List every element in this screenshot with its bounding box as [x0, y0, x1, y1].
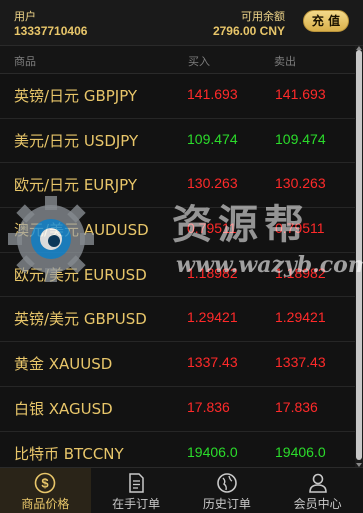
sell-price: 19406.0: [275, 443, 326, 460]
sell-price: 141.693: [275, 86, 326, 102]
sell-price: 130.263: [275, 175, 326, 192]
sell-price: 109.474: [275, 130, 326, 147]
globe-history-icon: [217, 473, 237, 493]
product-name: 黄金 XAUUSD: [14, 355, 113, 374]
buy-price: 19406.0: [187, 443, 238, 460]
document-icon: [129, 473, 144, 493]
buy-price: 1.18982: [187, 264, 238, 281]
buy-price: 141.693: [187, 86, 238, 102]
recharge-button[interactable]: 充 值: [303, 10, 349, 32]
product-name: 比特币 BTCCNY: [14, 444, 124, 463]
scroll-thumb[interactable]: [356, 50, 362, 460]
dollar-coin-icon: $: [35, 472, 56, 494]
user-label: 用户: [14, 10, 36, 23]
sell-price: 0.79511: [275, 220, 325, 237]
buy-price: 1.29421: [187, 309, 238, 326]
tab-member-center-label: 会员中心: [293, 497, 342, 511]
tab-history-orders[interactable]: 历史订单: [182, 468, 273, 513]
tab-history-orders-label: 历史订单: [202, 497, 251, 511]
price-list: 英镑/日元 GBPJPY 141.693 141.693 美元/日元 USDJPY 10…: [0, 74, 363, 477]
price-row[interactable]: 欧元/日元 EURJPY 130.263 130.263: [0, 163, 363, 209]
product-name: 欧元/美元 EURUSD: [14, 265, 147, 284]
price-row[interactable]: 澳元/美元 AUDUSD 0.79511 0.79511: [0, 208, 363, 253]
buy-price: 17.836: [187, 398, 230, 415]
sell-price: 1.18982: [275, 264, 326, 281]
price-row[interactable]: 黄金 XAUUSD 1337.43 1337.43: [0, 342, 363, 387]
sell-price: 1.29421: [275, 309, 326, 326]
buy-price: 109.474: [187, 130, 238, 147]
scrollbar[interactable]: [355, 46, 363, 467]
buy-price: 0.79511: [187, 220, 237, 237]
product-name: 英镑/日元 GBPJPY: [14, 87, 138, 105]
balance-value: 2796.00 CNY: [212, 24, 285, 38]
user-phone: 13337710406: [14, 24, 88, 38]
price-row[interactable]: 美元/日元 USDJPY 109.474 109.474: [0, 118, 363, 164]
tab-price-label: 商品价格: [21, 497, 70, 511]
product-name: 英镑/美元 GBPUSD: [14, 310, 147, 329]
price-row[interactable]: 白银 XAGUSD 17.836 17.836: [0, 386, 363, 432]
user-icon: [308, 473, 327, 493]
sell-price: 17.836: [275, 398, 318, 415]
price-row[interactable]: 英镑/美元 GBPUSD 1.29421 1.29421: [0, 297, 363, 343]
column-header-name: 商品: [14, 55, 36, 68]
account-header: 用户 13337710406 可用余额 2796.00 CNY 充 值: [0, 0, 363, 46]
tab-open-orders[interactable]: 在手订单: [91, 468, 182, 513]
tab-member-center[interactable]: 会员中心: [272, 468, 363, 513]
sell-price: 1337.43: [275, 354, 326, 371]
buy-price: 130.263: [187, 175, 238, 192]
buy-price: 1337.43: [187, 354, 238, 371]
product-name: 欧元/日元 EURJPY: [14, 176, 138, 195]
tab-price[interactable]: $ 商品价格: [0, 468, 91, 513]
svg-text:$: $: [42, 476, 50, 491]
bottom-tab-bar: $ 商品价格 在手订单 历史订单 会员中心: [0, 467, 363, 513]
price-row[interactable]: 欧元/美元 EURUSD 1.18982 1.18982: [0, 252, 363, 298]
product-name: 白银 XAGUSD: [14, 399, 113, 418]
price-row[interactable]: 英镑/日元 GBPJPY 141.693 141.693: [0, 74, 363, 119]
column-header-sell: 卖出: [274, 55, 296, 68]
column-header-buy: 买入: [188, 55, 210, 68]
balance-label: 可用余额: [241, 10, 285, 23]
tab-open-orders-label: 在手订单: [112, 497, 161, 511]
price-table-header: 商品 买入 卖出: [0, 46, 363, 74]
product-name: 澳元/美元 AUDUSD: [14, 221, 149, 240]
product-name: 美元/日元 USDJPY: [14, 131, 139, 150]
